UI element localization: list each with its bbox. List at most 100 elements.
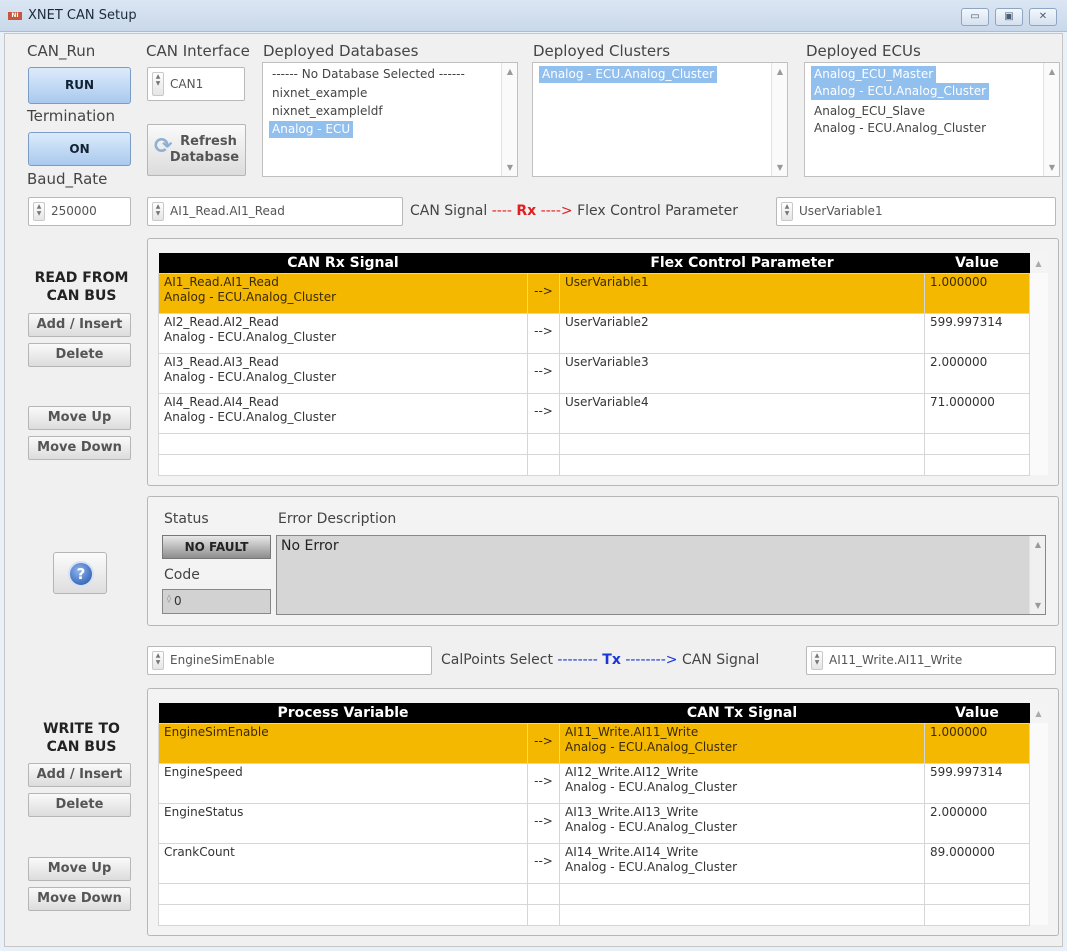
table-row[interactable]: CrankCount --> AI14_Write.AI14_Write Anal… (158, 842, 1048, 884)
table-row-empty[interactable] (158, 903, 1048, 926)
window-title: XNET CAN Setup (28, 8, 137, 23)
databases-listbox[interactable]: ------ No Database Selected ------ nixne… (262, 62, 518, 177)
table-row-empty[interactable] (158, 432, 1048, 455)
termination-label: Termination (27, 107, 115, 125)
scroll-up-icon[interactable]: ▲ (502, 67, 517, 76)
baud-rate-control[interactable]: ▲ ▼ 250000 (28, 197, 131, 226)
table-row[interactable]: EngineSimEnable --> AI11_Write.AI11_Writ… (158, 722, 1048, 925)
read-section-title: READ FROM CAN BUS (34, 270, 129, 304)
rx-signal-cell: AI4_Read.AI4_Read Analog - ECU.Analog_Clu… (158, 392, 528, 434)
arrow-cell: --> (527, 842, 560, 884)
close-button[interactable]: ✕ (1029, 8, 1057, 26)
list-item[interactable]: Analog - ECU (269, 121, 354, 138)
list-item[interactable]: nixnet_exampleldf (269, 103, 386, 120)
scrollbar-track[interactable] (1029, 273, 1048, 475)
arrow-cell: --> (527, 802, 560, 844)
list-item[interactable]: Analog - ECU.Analog_Cluster (811, 83, 990, 100)
scroll-up-icon[interactable]: ▲ (1029, 253, 1048, 273)
table-header: CAN Rx Signal Flex Control Parameter Val… (158, 253, 1048, 273)
spin-arrows-icon[interactable]: ▲ ▼ (781, 202, 793, 221)
list-item[interactable]: Analog_ECU_Master (811, 66, 937, 83)
error-description-label: Error Description (278, 511, 397, 527)
scroll-up-icon[interactable]: ▲ (1029, 703, 1048, 723)
baud-rate-label: Baud_Rate (27, 170, 108, 188)
scrollbar[interactable]: ▲ ▼ (771, 63, 787, 176)
read-delete-button[interactable]: Delete (28, 343, 131, 367)
param-cell: UserVariable2 (559, 312, 925, 354)
write-move-up-button[interactable]: Move Up (28, 857, 131, 881)
list-item[interactable]: ------ No Database Selected ------ (269, 66, 468, 83)
scrollbar-track[interactable] (1029, 723, 1048, 925)
error-description-box[interactable]: No Error ▲ ▼ (276, 535, 1046, 615)
help-button[interactable]: ? (53, 552, 107, 594)
spin-arrows-icon[interactable]: ▲ ▼ (811, 651, 823, 670)
deployed-databases-label: Deployed Databases (263, 42, 419, 60)
table-row[interactable]: AI2_Read.AI2_Read Analog - ECU.Analog_Clu… (158, 312, 1048, 354)
arrow-cell: --> (527, 722, 560, 764)
tx-caption: CalPoints Select -------- Tx --------> C… (441, 652, 760, 668)
run-button[interactable]: RUN (28, 67, 131, 104)
scrollbar[interactable]: ▲ ▼ (1029, 536, 1045, 614)
can-interface-label: CAN Interface (146, 42, 250, 60)
title-bar: NI XNET CAN Setup ▭ ▣ ✕ (0, 0, 1067, 32)
pv-cell: EngineStatus (158, 802, 528, 844)
table-row-empty[interactable] (158, 882, 1048, 905)
read-table: CAN Rx Signal Flex Control Parameter Val… (158, 253, 1048, 476)
arrow-cell: --> (527, 392, 560, 434)
table-row[interactable]: EngineSpeed --> AI12_Write.AI12_Write Ana… (158, 762, 1048, 804)
code-field: ◊ 0 (162, 589, 271, 614)
scroll-down-icon[interactable]: ▼ (772, 163, 787, 172)
termination-button[interactable]: ON (28, 132, 131, 166)
column-header: CAN Rx Signal (158, 253, 528, 273)
list-item[interactable]: Analog - ECU.Analog_Cluster (811, 120, 989, 137)
write-add-insert-button[interactable]: Add / Insert (28, 763, 131, 787)
scroll-up-icon[interactable]: ▲ (772, 67, 787, 76)
minimize-button[interactable]: ▭ (961, 8, 989, 26)
list-item[interactable]: Analog_ECU_Slave (811, 103, 928, 120)
value-cell: 1.000000 (924, 272, 1030, 314)
rx-signal-control[interactable]: ▲ ▼ AI1_Read.AI1_Read (147, 197, 403, 226)
write-delete-button[interactable]: Delete (28, 793, 131, 817)
read-move-up-button[interactable]: Move Up (28, 406, 131, 430)
scroll-up-icon[interactable]: ▲ (1030, 540, 1046, 549)
refresh-database-button[interactable]: ⟳ Refresh Database (147, 124, 246, 176)
tx-signal-cell: AI12_Write.AI12_Write Analog - ECU.Analog… (559, 762, 925, 804)
scroll-up-icon[interactable]: ▲ (1044, 67, 1059, 76)
spin-arrows-icon[interactable]: ▲ ▼ (33, 202, 45, 221)
arrow-cell: --> (527, 272, 560, 314)
scrollbar[interactable]: ▲ ▼ (1043, 63, 1059, 176)
spin-arrows-icon[interactable]: ▲ ▼ (152, 202, 164, 221)
scroll-down-icon[interactable]: ▼ (1030, 601, 1046, 610)
read-move-down-button[interactable]: Move Down (28, 436, 131, 460)
tx-pv-control[interactable]: ▲ ▼ EngineSimEnable (147, 646, 432, 675)
table-row[interactable]: EngineStatus --> AI13_Write.AI13_Write An… (158, 802, 1048, 844)
rx-signal-cell: AI2_Read.AI2_Read Analog - ECU.Analog_Clu… (158, 312, 528, 354)
table-row-empty[interactable] (158, 453, 1048, 476)
table-row[interactable]: AI1_Read.AI1_Read Analog - ECU.Analog_Clu… (158, 272, 1048, 475)
column-header: Value (924, 253, 1030, 273)
read-add-insert-button[interactable]: Add / Insert (28, 313, 131, 337)
deployed-clusters-label: Deployed Clusters (533, 42, 671, 60)
column-header: CAN Tx Signal (559, 703, 925, 723)
list-item[interactable]: Analog - ECU.Analog_Cluster (539, 66, 718, 83)
column-header (527, 253, 560, 273)
pv-cell: EngineSpeed (158, 762, 528, 804)
tx-signal-cell: AI14_Write.AI14_Write Analog - ECU.Analog… (559, 842, 925, 884)
rx-signal-value: AI1_Read.AI1_Read (170, 204, 285, 218)
can-interface-control[interactable]: ▲ ▼ CAN1 (147, 67, 245, 101)
ecus-listbox[interactable]: Analog_ECU_Master Analog - ECU.Analog_Cl… (804, 62, 1060, 177)
spin-arrows-icon[interactable]: ▲ ▼ (152, 72, 164, 96)
write-table: Process Variable CAN Tx Signal Value ▲ E… (158, 703, 1048, 926)
scrollbar[interactable]: ▲ ▼ (501, 63, 517, 176)
scroll-down-icon[interactable]: ▼ (502, 163, 517, 172)
list-item[interactable]: nixnet_example (269, 85, 370, 102)
write-move-down-button[interactable]: Move Down (28, 887, 131, 911)
clusters-listbox[interactable]: Analog - ECU.Analog_Cluster ▲ ▼ (532, 62, 788, 177)
maximize-button[interactable]: ▣ (995, 8, 1023, 26)
tx-signal-control[interactable]: ▲ ▼ AI11_Write.AI11_Write (806, 646, 1056, 675)
rx-param-control[interactable]: ▲ ▼ UserVariable1 (776, 197, 1056, 226)
spin-arrows-icon[interactable]: ▲ ▼ (152, 651, 164, 670)
table-row[interactable]: AI4_Read.AI4_Read Analog - ECU.Analog_Clu… (158, 392, 1048, 434)
scroll-down-icon[interactable]: ▼ (1044, 163, 1059, 172)
table-row[interactable]: AI3_Read.AI3_Read Analog - ECU.Analog_Clu… (158, 352, 1048, 394)
